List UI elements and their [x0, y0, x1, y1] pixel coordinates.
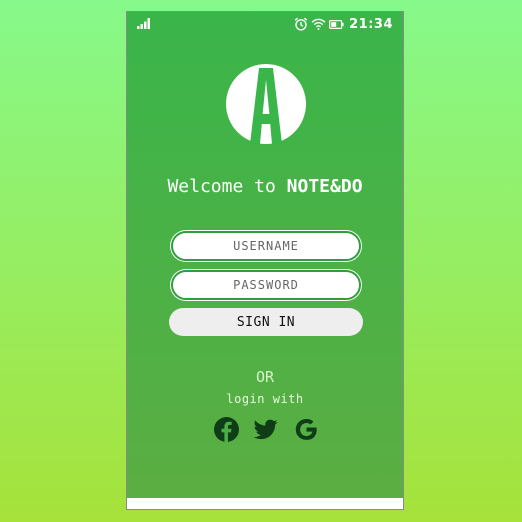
password-field[interactable]: [171, 270, 361, 300]
or-divider-label: OR: [255, 368, 275, 386]
wifi-icon: [311, 18, 326, 30]
social-login-row: [213, 416, 319, 442]
phone-frame: 21:34 Welcome to NOTE&DO SIGN IN OR logi…: [126, 11, 404, 510]
twitter-login-button[interactable]: [253, 416, 279, 442]
google-icon: [295, 418, 317, 440]
login-with-label: login with: [226, 392, 304, 406]
username-field[interactable]: [171, 231, 361, 261]
welcome-prefix: Welcome to: [167, 176, 287, 197]
bottom-strip: [127, 498, 403, 509]
password-input[interactable]: [173, 272, 359, 298]
welcome-heading: Welcome to NOTE&DO: [127, 176, 403, 197]
google-login-button[interactable]: [293, 416, 319, 442]
username-input[interactable]: [173, 233, 359, 259]
brand-name: NOTE&DO: [286, 176, 363, 197]
status-icons: 21:34: [294, 16, 393, 32]
facebook-icon: [213, 416, 239, 442]
sign-in-button[interactable]: SIGN IN: [169, 308, 363, 336]
app-logo: [226, 64, 306, 144]
login-screen: 21:34 Welcome to NOTE&DO SIGN IN OR logi…: [127, 12, 403, 499]
signal-icon: [137, 18, 150, 29]
facebook-login-button[interactable]: [213, 416, 239, 442]
status-bar: 21:34: [127, 12, 403, 36]
alarm-icon: [294, 17, 308, 31]
status-time: 21:34: [349, 16, 393, 32]
battery-icon: [329, 19, 344, 29]
twitter-icon: [254, 419, 278, 439]
